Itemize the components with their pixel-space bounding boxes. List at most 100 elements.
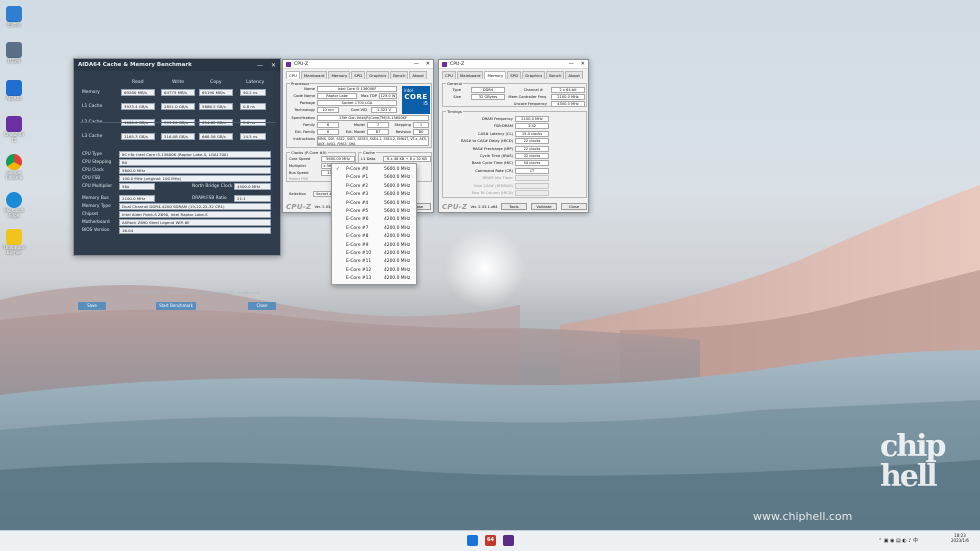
- core-menu-item[interactable]: E-Core #11 4200.0 MHz: [332, 258, 416, 266]
- aida64-taskbar-icon[interactable]: 64: [485, 535, 496, 546]
- aida64-benchmark-window: AIDA64 Cache & Memory Benchmark — ✕ Read …: [73, 58, 281, 310]
- minimize-button[interactable]: —: [257, 62, 263, 69]
- mcf-label: Mem Controller Freq.: [508, 95, 547, 99]
- close-button[interactable]: ✕: [581, 61, 585, 67]
- info-value: 56x: [119, 183, 155, 190]
- timing-value: 54 clocks: [515, 160, 549, 167]
- core-menu-item[interactable]: E-Core #6 4200.0 MHz: [332, 216, 416, 224]
- column-header-copy: Copy: [210, 80, 222, 85]
- tray-icons[interactable]: ⌃ ▣ ◉ ▤ ◐ ♪ 中: [878, 537, 918, 544]
- minimize-button[interactable]: —: [569, 61, 574, 67]
- title-bar: CPU-Z — ✕: [283, 60, 433, 69]
- close-button-footer[interactable]: Close: [561, 203, 587, 210]
- column-header-latency: Latency: [246, 80, 265, 85]
- tab-spd[interactable]: SPD: [351, 71, 366, 79]
- menu-item-freq: 4200.0 MHz: [384, 259, 411, 265]
- validate-button[interactable]: Validate: [531, 203, 557, 210]
- edge-shortcut-icon[interactable]: Microsoft Edge: [3, 192, 25, 219]
- tab-cpu[interactable]: CPU: [442, 71, 456, 79]
- uncore-label: Uncore Frequency: [513, 102, 547, 106]
- core-menu-item[interactable]: E-Core #7 4200.0 MHz: [332, 225, 416, 233]
- model-value: 7: [367, 122, 389, 128]
- busspeed-label: Bus Speed: [289, 171, 309, 175]
- tab-mainboard[interactable]: Mainboard: [300, 71, 328, 79]
- tab-graphics[interactable]: Graphics: [522, 71, 546, 79]
- footer: CPU-Z Ver. 2.03.1.x64 Tools Validate Clo…: [439, 201, 588, 212]
- tab-graphics[interactable]: Graphics: [366, 71, 390, 79]
- tab-bench[interactable]: Bench: [546, 71, 565, 79]
- timing-label: DRAM Frequency: [481, 117, 513, 121]
- menu-item-freq: 4200.0 MHz: [384, 242, 411, 248]
- processor-group: Processor Name Intel Core i5 13600KF Cod…: [286, 81, 432, 148]
- core-menu-item[interactable]: E-Core #8 4200.0 MHz: [332, 233, 416, 241]
- corespeed-label: Core Speed: [289, 157, 311, 161]
- save-button[interactable]: Save: [78, 302, 106, 310]
- chrome-shortcut-icon[interactable]: Google Chrome: [3, 154, 25, 181]
- core-menu-item[interactable]: P-Core #5 5600.0 MHz: [332, 208, 416, 216]
- close-button[interactable]: ✕: [271, 62, 276, 69]
- core-menu-item[interactable]: E-Core #10 4200.0 MHz: [332, 250, 416, 258]
- revision-value: B0: [413, 129, 429, 135]
- technology-value: 10 nm: [317, 107, 339, 113]
- menu-item-name: E-Core #8: [346, 234, 369, 240]
- instructions-value: MMX, SSE, SSE2, SSE3, SSSE3, SSE4.1, SSE…: [317, 136, 429, 146]
- start-benchmark-button[interactable]: Start Benchmark: [156, 302, 196, 310]
- minimize-button[interactable]: —: [414, 61, 419, 67]
- tab-bar: CPU Mainboard Memory SPD Graphics Bench About: [439, 69, 588, 79]
- channel-label: Channel #: [523, 88, 543, 92]
- corevid-label: Core VID: [350, 108, 367, 112]
- extmodel-value: B7: [367, 129, 389, 135]
- tools-button[interactable]: Tools: [501, 203, 527, 210]
- core-menu-item[interactable]: P-Core #2 5600.0 MHz: [332, 183, 416, 191]
- tab-cpu[interactable]: CPU: [286, 71, 300, 79]
- logo-core: CORE: [404, 93, 428, 101]
- timing-value: 19.0 clocks: [515, 130, 549, 137]
- chiphell-watermark-logo: chip hell: [880, 432, 970, 492]
- cpuz-app-icon: [442, 61, 447, 67]
- info-value: Dual Channel DDR4-4200 SDRAM (19-22-22-3…: [119, 203, 271, 210]
- close-benchmark-button[interactable]: Close: [248, 302, 276, 310]
- cpuz-logo: CPU-Z: [286, 202, 312, 211]
- tab-mainboard[interactable]: Mainboard: [456, 71, 484, 79]
- core-menu-item[interactable]: E-Core #13 4200.0 MHz: [332, 275, 416, 283]
- name-value: Intel Core i5 13600KF: [317, 86, 397, 92]
- family-value: 6: [317, 122, 339, 128]
- core-menu-item[interactable]: E-Core #9 4200.0 MHz: [332, 242, 416, 250]
- group-title: General: [446, 81, 463, 86]
- info-label: CPU FSB: [82, 176, 101, 181]
- start-button[interactable]: [467, 535, 478, 546]
- result-cell: 90.2 ns: [240, 89, 266, 96]
- tab-about[interactable]: About: [409, 71, 427, 79]
- tab-spd[interactable]: SPD: [507, 71, 522, 79]
- icon-glyph: [6, 6, 22, 22]
- icon-label: Thaiphoon Burner: [3, 246, 26, 256]
- logo-tier: i5: [423, 101, 428, 107]
- info-label: CPU Stepping: [82, 160, 112, 165]
- aida64-shortcut-icon[interactable]: AIDA64: [3, 80, 25, 102]
- this-pc-icon[interactable]: 此电脑: [3, 42, 25, 64]
- close-button[interactable]: ✕: [426, 61, 430, 67]
- menu-item-name: E-Core #11: [346, 259, 372, 265]
- cpuz-shortcut-icon[interactable]: CPU-Z 64位: [3, 116, 25, 143]
- timing-label: Command Rate (CR): [475, 168, 513, 173]
- tab-memory[interactable]: Memory: [328, 71, 351, 79]
- cpuz-taskbar-icon[interactable]: [503, 535, 514, 546]
- recycle-bin-icon[interactable]: 回收站: [3, 6, 25, 28]
- tab-bench[interactable]: Bench: [390, 71, 409, 79]
- info-label: CPU Clock: [82, 168, 104, 173]
- core-menu-item[interactable]: P-Core #1 5600.0 MHz: [332, 174, 416, 182]
- timing-value: [515, 182, 549, 189]
- info-extra-label: DRAM:FSB Ratio: [192, 196, 227, 201]
- tab-about[interactable]: About: [565, 71, 583, 79]
- timing-value: 1T: [515, 167, 549, 174]
- menu-item-name: P-Core #4: [346, 200, 369, 206]
- core-menu-item[interactable]: P-Core #3 5600.0 MHz: [332, 191, 416, 199]
- tab-memory[interactable]: Memory: [484, 71, 507, 79]
- core-menu-item[interactable]: ✓ P-Core #0 5600.0 MHz: [332, 166, 416, 174]
- cpuz-logo: CPU-Z: [442, 202, 468, 211]
- core-menu-item[interactable]: P-Core #4 5600.0 MHz: [332, 200, 416, 208]
- clock[interactable]: 18:23 2023/1/6: [951, 533, 969, 543]
- channel-value: 2 x 64-bit: [551, 87, 585, 93]
- core-menu-item[interactable]: E-Core #12 4200.0 MHz: [332, 267, 416, 275]
- thaiphoon-shortcut-icon[interactable]: Thaiphoon Burner: [3, 229, 26, 256]
